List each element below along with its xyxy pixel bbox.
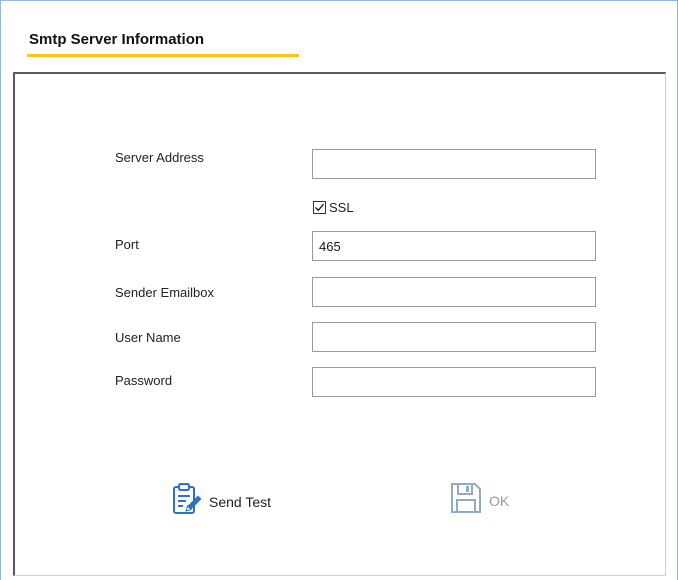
ssl-checkbox-row[interactable]: SSL (313, 200, 354, 215)
password-label: Password (115, 373, 173, 388)
checkmark-icon (315, 203, 325, 212)
edit-document-icon (171, 482, 203, 521)
send-test-button[interactable]: Send Test (171, 482, 271, 521)
ok-button[interactable]: OK (449, 481, 509, 520)
ok-label: OK (489, 492, 510, 509)
ssl-label: SSL (329, 200, 354, 215)
user-name-label: User Name (115, 330, 181, 345)
send-test-label: Send Test (209, 493, 272, 510)
sender-emailbox-label: Sender Emailbox (115, 285, 214, 300)
save-disk-icon (449, 481, 483, 520)
smtp-settings-window: Smtp Server Information Server Address S… (0, 0, 678, 580)
port-input[interactable] (312, 231, 596, 261)
password-input[interactable] (312, 367, 596, 397)
user-name-input[interactable] (312, 322, 596, 352)
page-title: Smtp Server Information (29, 31, 205, 48)
server-address-input[interactable] (312, 149, 596, 179)
sender-emailbox-input[interactable] (312, 277, 596, 307)
ssl-checkbox[interactable] (313, 201, 326, 214)
port-label: Port (115, 237, 139, 252)
server-address-label: Server Address (115, 150, 204, 165)
title-underline (27, 54, 299, 57)
